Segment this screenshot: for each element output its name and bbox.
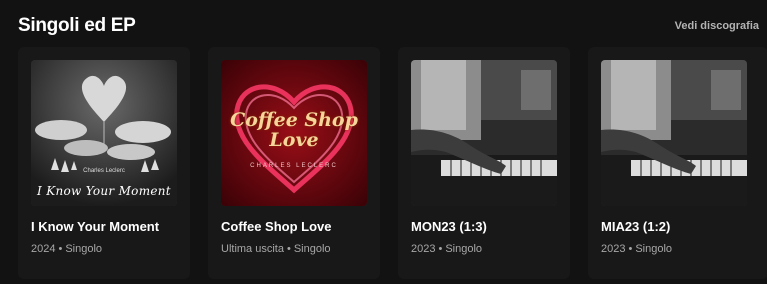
release-year: 2023 xyxy=(601,243,626,255)
cover-title: Coffee Shop Love xyxy=(230,109,358,151)
release-type: Singolo xyxy=(635,243,673,255)
meta-separator: • xyxy=(628,243,633,255)
release-meta: 2023 • Singolo xyxy=(601,243,755,255)
cover-art[interactable] xyxy=(411,60,557,206)
meta-separator: • xyxy=(438,243,443,255)
release-meta: 2024 • Singolo xyxy=(31,243,177,255)
release-type: Singolo xyxy=(65,243,103,255)
release-year: Ultima uscita xyxy=(221,243,284,255)
release-title[interactable]: Coffee Shop Love xyxy=(221,219,367,234)
cover-art-image xyxy=(601,60,747,206)
release-card[interactable]: MIA23 (1:2) 2023 • Singolo xyxy=(588,47,767,279)
release-year: 2023 xyxy=(411,243,436,255)
release-meta: 2023 • Singolo xyxy=(411,243,557,255)
release-title[interactable]: MON23 (1:3) xyxy=(411,219,557,234)
meta-separator: • xyxy=(58,243,63,255)
meta-separator: • xyxy=(286,243,291,255)
cover-artist: CHARLES LECLERC xyxy=(250,163,338,169)
release-card[interactable]: Coffee Shop Love CHARLES LECLERC Coffee … xyxy=(208,47,380,279)
release-year: 2024 xyxy=(31,243,56,255)
release-meta: Ultima uscita • Singolo xyxy=(221,243,367,255)
section-title[interactable]: Singoli ed EP xyxy=(18,15,136,37)
see-discography-link[interactable]: Vedi discografia xyxy=(675,20,759,32)
cover-art[interactable]: Charles Leclerc I Know Your Moment xyxy=(31,60,177,206)
release-title[interactable]: I Know Your Moment xyxy=(31,219,177,234)
cover-art[interactable]: Coffee Shop Love CHARLES LECLERC xyxy=(221,60,367,206)
cover-art[interactable] xyxy=(601,60,747,206)
release-card[interactable]: Charles Leclerc I Know Your Moment I Kno… xyxy=(18,47,190,279)
card-row: Charles Leclerc I Know Your Moment I Kno… xyxy=(18,47,767,279)
cover-artist: Charles Leclerc xyxy=(83,168,125,174)
cover-title: I Know Your Moment xyxy=(37,184,171,198)
release-type: Singolo xyxy=(445,243,483,255)
section-header: Singoli ed EP Vedi discografia xyxy=(18,13,759,39)
release-title[interactable]: MIA23 (1:2) xyxy=(601,219,755,234)
release-type: Singolo xyxy=(293,243,331,255)
release-card[interactable]: MON23 (1:3) 2023 • Singolo xyxy=(398,47,570,279)
cover-art-image xyxy=(411,60,557,206)
